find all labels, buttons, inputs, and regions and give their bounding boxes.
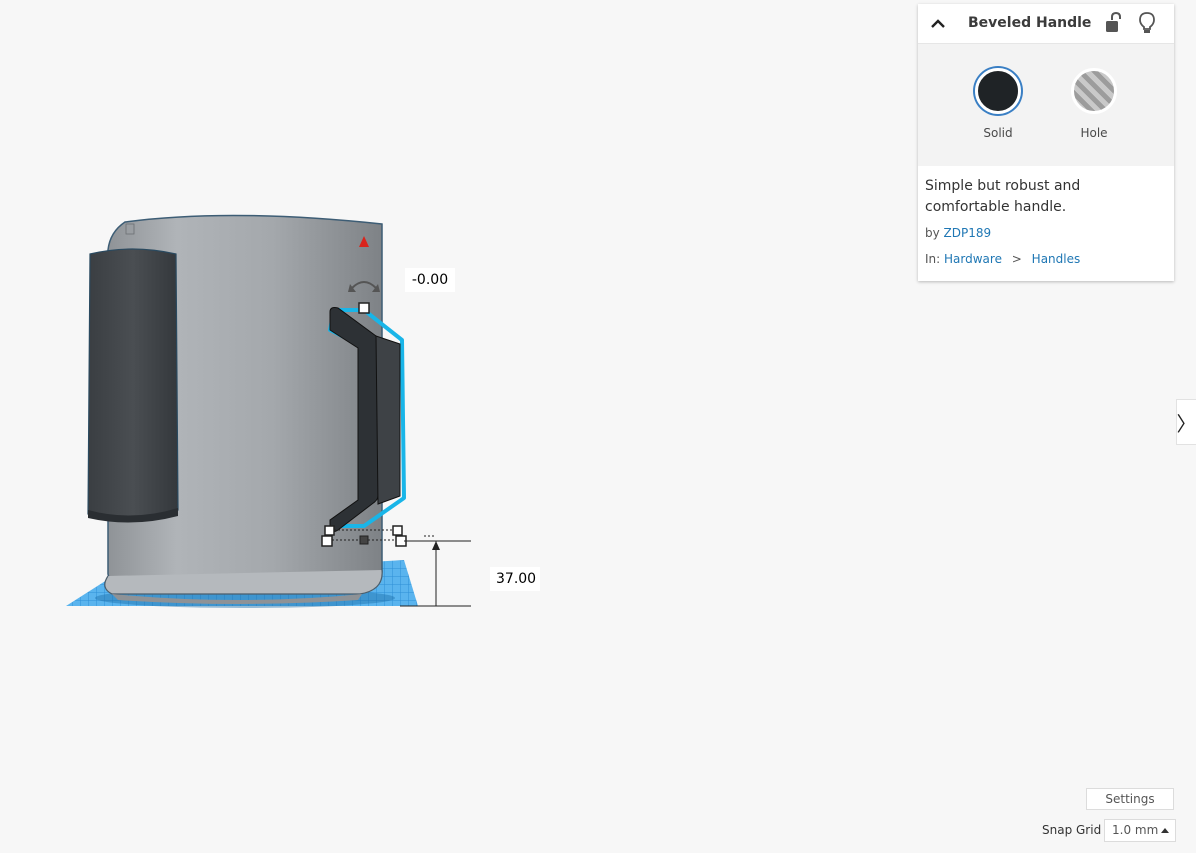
- expand-panel-toggle[interactable]: 〉: [1176, 399, 1196, 445]
- settings-button[interactable]: Settings: [1086, 788, 1174, 810]
- material-selector: Solid Hole: [918, 44, 1174, 166]
- shape-description: Simple but robust and comfortable handle…: [925, 178, 1081, 215]
- hole-label: Hole: [1080, 126, 1108, 140]
- snap-grid-label: Snap Grid: [1042, 823, 1102, 837]
- author-line: by ZDP189: [925, 226, 1167, 240]
- chevron-up-icon[interactable]: [928, 14, 948, 34]
- hole-swatch[interactable]: [1071, 68, 1117, 114]
- mug-sleeve[interactable]: [87, 248, 179, 523]
- category-breadcrumb: In: Hardware > Handles: [925, 252, 1167, 266]
- unlock-icon[interactable]: [1104, 12, 1122, 34]
- rotation-value-label[interactable]: -0.00: [405, 268, 455, 292]
- shape-inspector-panel: Beveled Handle Solid Hole Simple but rob…: [918, 4, 1174, 281]
- category-link-hardware[interactable]: Hardware: [944, 252, 1002, 266]
- solid-option[interactable]: Solid: [968, 68, 1028, 140]
- height-value-label[interactable]: 37.00: [490, 567, 540, 591]
- top-scale-handle[interactable]: [358, 302, 370, 314]
- snap-grid-select[interactable]: 1.0 mm: [1104, 819, 1176, 842]
- caret-up-icon: [1161, 828, 1169, 833]
- category-link-handles[interactable]: Handles: [1032, 252, 1081, 266]
- breadcrumb-separator: >: [1011, 252, 1022, 266]
- solid-label: Solid: [983, 126, 1013, 140]
- category-prefix: In:: [925, 252, 941, 266]
- lightbulb-icon[interactable]: [1138, 12, 1156, 34]
- solid-swatch[interactable]: [975, 68, 1021, 114]
- hole-option[interactable]: Hole: [1064, 68, 1124, 140]
- shape-title: Beveled Handle: [968, 15, 1092, 31]
- author-link[interactable]: ZDP189: [944, 226, 992, 240]
- snap-grid-value: 1.0 mm: [1112, 823, 1159, 837]
- inspector-header: Beveled Handle: [918, 4, 1174, 44]
- author-prefix: by: [925, 226, 940, 240]
